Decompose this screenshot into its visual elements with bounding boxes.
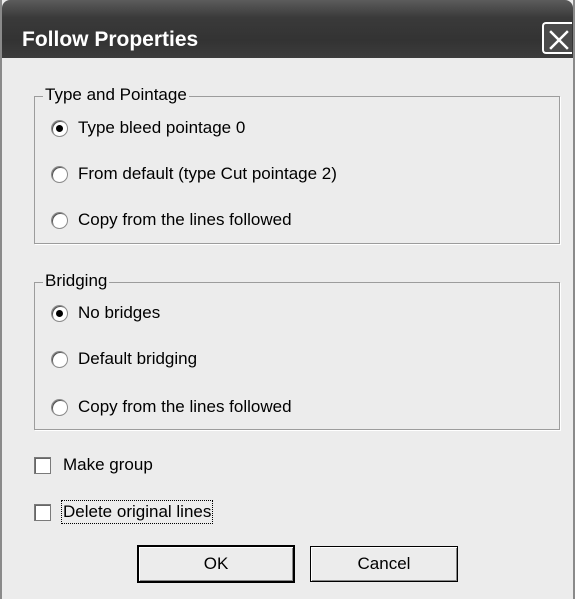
checkbox-box[interactable]: [34, 503, 51, 521]
radio-button[interactable]: [51, 119, 68, 137]
radio-copy-lines-bridging[interactable]: Copy from the lines followed: [51, 394, 292, 420]
dialog-title: Follow Properties: [22, 28, 199, 51]
title-bar[interactable]: Follow Properties: [2, 0, 573, 58]
type-pointage-group: Type and Pointage Type bleed pointage 0 …: [34, 85, 560, 244]
checkbox-label: Make group: [63, 455, 153, 474]
radio-button[interactable]: [51, 398, 68, 416]
close-icon: [549, 30, 569, 50]
type-pointage-legend: Type and Pointage: [43, 85, 189, 105]
close-button[interactable]: [542, 22, 572, 54]
radio-copy-lines-type[interactable]: Copy from the lines followed: [51, 207, 292, 233]
radio-label: No bridges: [78, 303, 161, 322]
radio-from-default[interactable]: From default (type Cut pointage 2): [51, 161, 337, 187]
delete-original-checkbox[interactable]: Delete original lines: [34, 499, 214, 525]
radio-type-bleed[interactable]: Type bleed pointage 0: [51, 115, 245, 141]
bridging-legend: Bridging: [43, 271, 110, 291]
radio-default-bridging[interactable]: Default bridging: [51, 346, 197, 372]
checkbox-label: Delete original lines: [60, 500, 214, 524]
radio-no-bridges[interactable]: No bridges: [51, 300, 160, 326]
dialog-window: Follow Properties Type and Pointage Type…: [0, 0, 575, 599]
radio-label: From default (type Cut pointage 2): [78, 164, 337, 183]
make-group-checkbox[interactable]: Make group: [34, 452, 153, 478]
radio-label: Copy from the lines followed: [78, 210, 292, 229]
radio-label: Type bleed pointage 0: [78, 118, 246, 137]
radio-button[interactable]: [51, 304, 68, 322]
radio-button[interactable]: [51, 165, 68, 183]
radio-button[interactable]: [51, 211, 68, 229]
checkbox-box[interactable]: [34, 456, 51, 474]
bridging-group: Bridging No bridges Default bridging Cop…: [34, 271, 560, 430]
radio-label: Copy from the lines followed: [78, 397, 292, 416]
radio-label: Default bridging: [78, 349, 198, 368]
ok-button[interactable]: OK: [138, 546, 294, 582]
cancel-button[interactable]: Cancel: [310, 546, 458, 582]
radio-button[interactable]: [51, 350, 68, 368]
